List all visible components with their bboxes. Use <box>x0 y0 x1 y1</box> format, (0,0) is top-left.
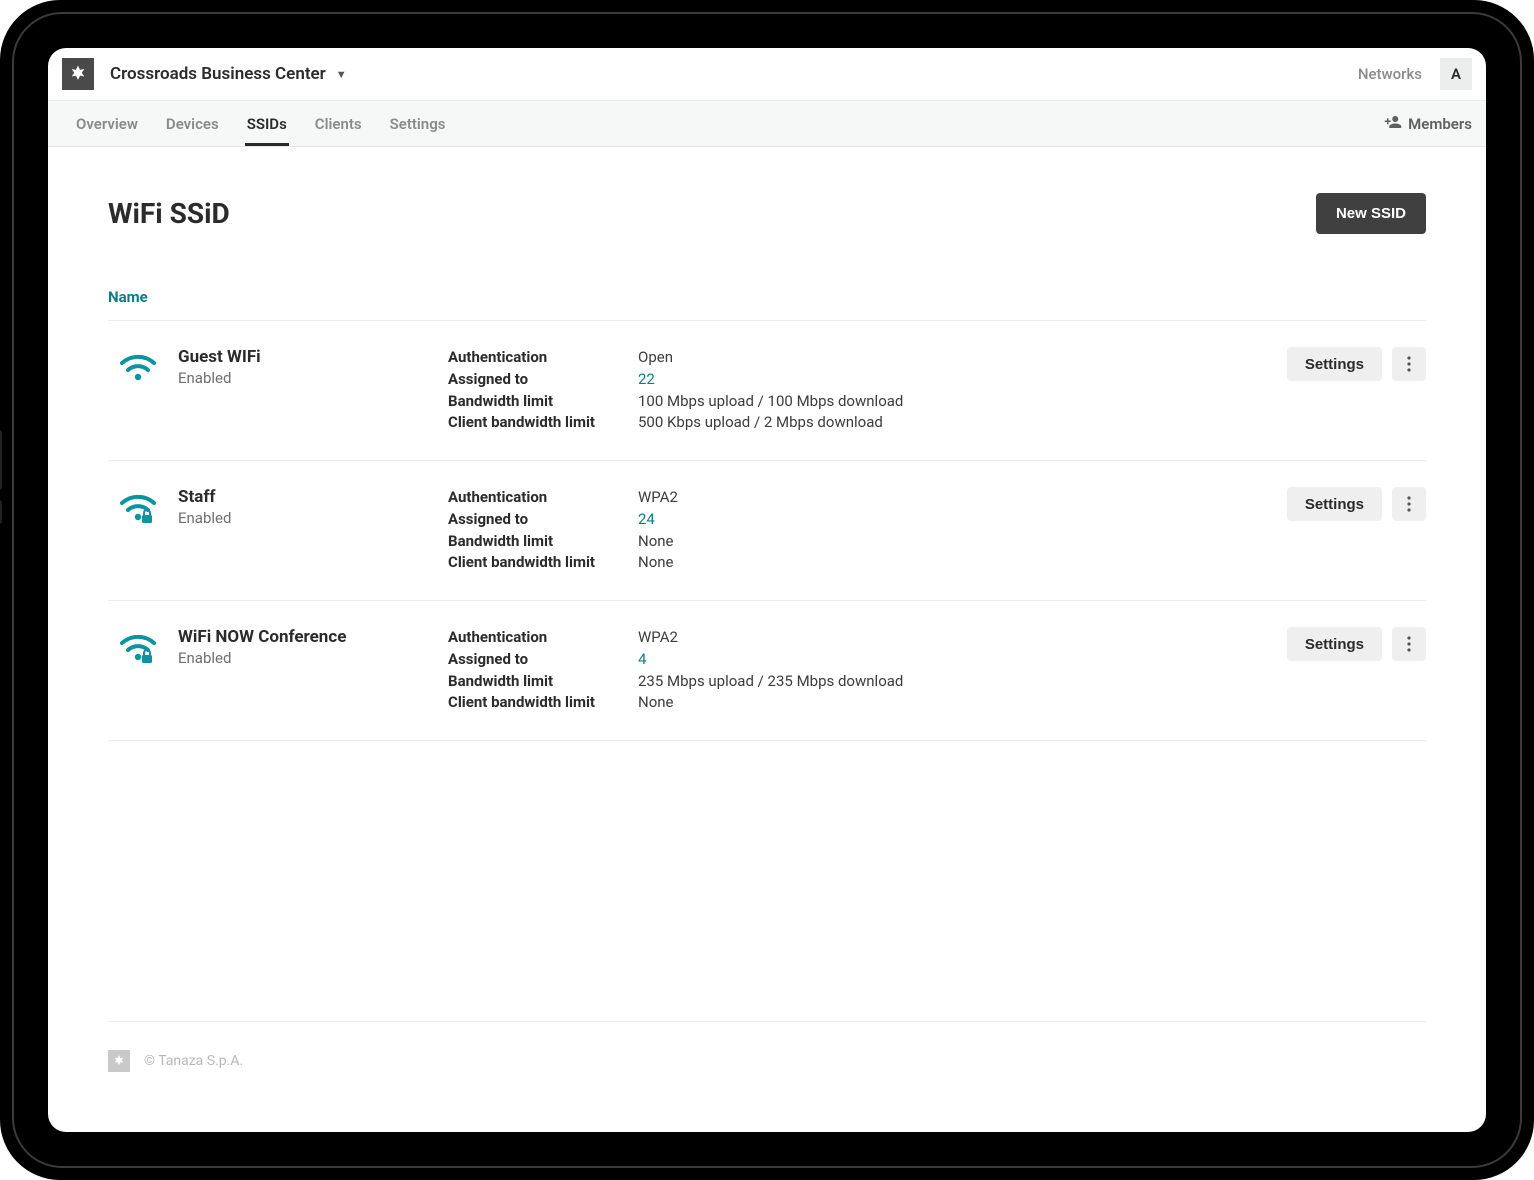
hardware-button <box>0 500 2 524</box>
label-assigned-to: Assigned to <box>448 369 628 391</box>
value-assigned-to[interactable]: 22 <box>638 369 1216 391</box>
row-actions: Settings <box>1226 487 1426 521</box>
tablet-frame: Crossroads Business Center ▼ Networks A … <box>0 0 1534 1180</box>
label-client-bandwidth-limit: Client bandwidth limit <box>448 412 628 434</box>
add-member-icon <box>1384 113 1402 135</box>
ssid-settings-button[interactable]: Settings <box>1287 487 1382 521</box>
footer: © Tanaza S.p.A. <box>48 1022 1486 1132</box>
row-actions: Settings <box>1226 347 1426 381</box>
ssid-status: Enabled <box>178 369 438 387</box>
tab-overview[interactable]: Overview <box>62 101 152 146</box>
value-authentication: WPA2 <box>638 487 1216 509</box>
value-client-bandwidth-limit: None <box>638 552 1216 574</box>
value-authentication: WPA2 <box>638 627 1216 649</box>
detail-labels: Authentication Assigned to Bandwidth lim… <box>448 487 628 574</box>
label-authentication: Authentication <box>448 627 628 649</box>
value-assigned-to[interactable]: 24 <box>638 509 1216 531</box>
tab-devices[interactable]: Devices <box>152 101 233 146</box>
new-ssid-button[interactable]: New SSID <box>1316 193 1426 234</box>
members-button[interactable]: Members <box>1384 113 1472 135</box>
ssid-settings-button[interactable]: Settings <box>1287 627 1382 661</box>
value-bandwidth-limit: 235 Mbps upload / 235 Mbps download <box>638 671 1216 693</box>
hardware-button <box>0 430 2 490</box>
wifi-secured-icon <box>108 627 168 665</box>
label-assigned-to: Assigned to <box>448 509 628 531</box>
network-selector[interactable]: Crossroads Business Center ▼ <box>110 64 347 84</box>
label-authentication: Authentication <box>448 487 628 509</box>
detail-values: WPA2 4 235 Mbps upload / 235 Mbps downlo… <box>638 627 1216 714</box>
footer-logo-icon <box>108 1050 130 1072</box>
value-authentication: Open <box>638 347 1216 369</box>
members-label: Members <box>1408 115 1472 133</box>
content: WiFi SSiD New SSID Name Guest WIFi Enabl… <box>48 147 1486 1022</box>
topbar: Crossroads Business Center ▼ Networks A <box>48 48 1486 101</box>
value-client-bandwidth-limit: None <box>638 692 1216 714</box>
ssid-status: Enabled <box>178 509 438 527</box>
value-bandwidth-limit: 100 Mbps upload / 100 Mbps download <box>638 391 1216 413</box>
avatar-initial: A <box>1451 65 1461 83</box>
detail-values: Open 22 100 Mbps upload / 100 Mbps downl… <box>638 347 1216 434</box>
column-header-name[interactable]: Name <box>108 288 1426 320</box>
ssid-row: Guest WIFi Enabled Authentication Assign… <box>108 320 1426 460</box>
ssid-list: Guest WIFi Enabled Authentication Assign… <box>108 320 1426 741</box>
more-menu-button[interactable] <box>1392 347 1426 381</box>
ssid-name-block: WiFi NOW Conference Enabled <box>178 627 438 667</box>
page-title: WiFi SSiD <box>108 197 230 230</box>
more-menu-button[interactable] <box>1392 627 1426 661</box>
screen: Crossroads Business Center ▼ Networks A … <box>48 48 1486 1132</box>
wifi-secured-icon <box>108 487 168 525</box>
ssid-name: Guest WIFi <box>178 347 438 367</box>
ssid-name: WiFi NOW Conference <box>178 627 438 647</box>
value-client-bandwidth-limit: 500 Kbps upload / 2 Mbps download <box>638 412 1216 434</box>
row-actions: Settings <box>1226 627 1426 661</box>
ssid-name-block: Staff Enabled <box>178 487 438 527</box>
page-header: WiFi SSiD New SSID <box>108 193 1426 234</box>
ssid-name: Staff <box>178 487 438 507</box>
ssid-status: Enabled <box>178 649 438 667</box>
detail-labels: Authentication Assigned to Bandwidth lim… <box>448 627 628 714</box>
label-client-bandwidth-limit: Client bandwidth limit <box>448 552 628 574</box>
more-menu-button[interactable] <box>1392 487 1426 521</box>
navbar: OverviewDevicesSSIDsClientsSettings Memb… <box>48 101 1486 147</box>
wifi-icon <box>108 347 168 385</box>
label-bandwidth-limit: Bandwidth limit <box>448 531 628 553</box>
tab-clients[interactable]: Clients <box>301 101 376 146</box>
label-assigned-to: Assigned to <box>448 649 628 671</box>
networks-link[interactable]: Networks <box>1358 65 1422 83</box>
network-name-label: Crossroads Business Center <box>110 64 326 84</box>
chevron-down-icon: ▼ <box>336 68 347 81</box>
label-authentication: Authentication <box>448 347 628 369</box>
value-bandwidth-limit: None <box>638 531 1216 553</box>
detail-labels: Authentication Assigned to Bandwidth lim… <box>448 347 628 434</box>
label-bandwidth-limit: Bandwidth limit <box>448 671 628 693</box>
detail-values: WPA2 24 None None <box>638 487 1216 574</box>
tab-ssids[interactable]: SSIDs <box>233 101 301 146</box>
app-logo-icon[interactable] <box>62 58 94 90</box>
avatar[interactable]: A <box>1440 58 1472 90</box>
ssid-row: Staff Enabled Authentication Assigned to… <box>108 460 1426 600</box>
label-bandwidth-limit: Bandwidth limit <box>448 391 628 413</box>
ssid-settings-button[interactable]: Settings <box>1287 347 1382 381</box>
footer-copyright: © Tanaza S.p.A. <box>144 1053 243 1069</box>
ssid-row: WiFi NOW Conference Enabled Authenticati… <box>108 600 1426 740</box>
value-assigned-to[interactable]: 4 <box>638 649 1216 671</box>
tab-settings[interactable]: Settings <box>376 101 460 146</box>
ssid-name-block: Guest WIFi Enabled <box>178 347 438 387</box>
label-client-bandwidth-limit: Client bandwidth limit <box>448 692 628 714</box>
